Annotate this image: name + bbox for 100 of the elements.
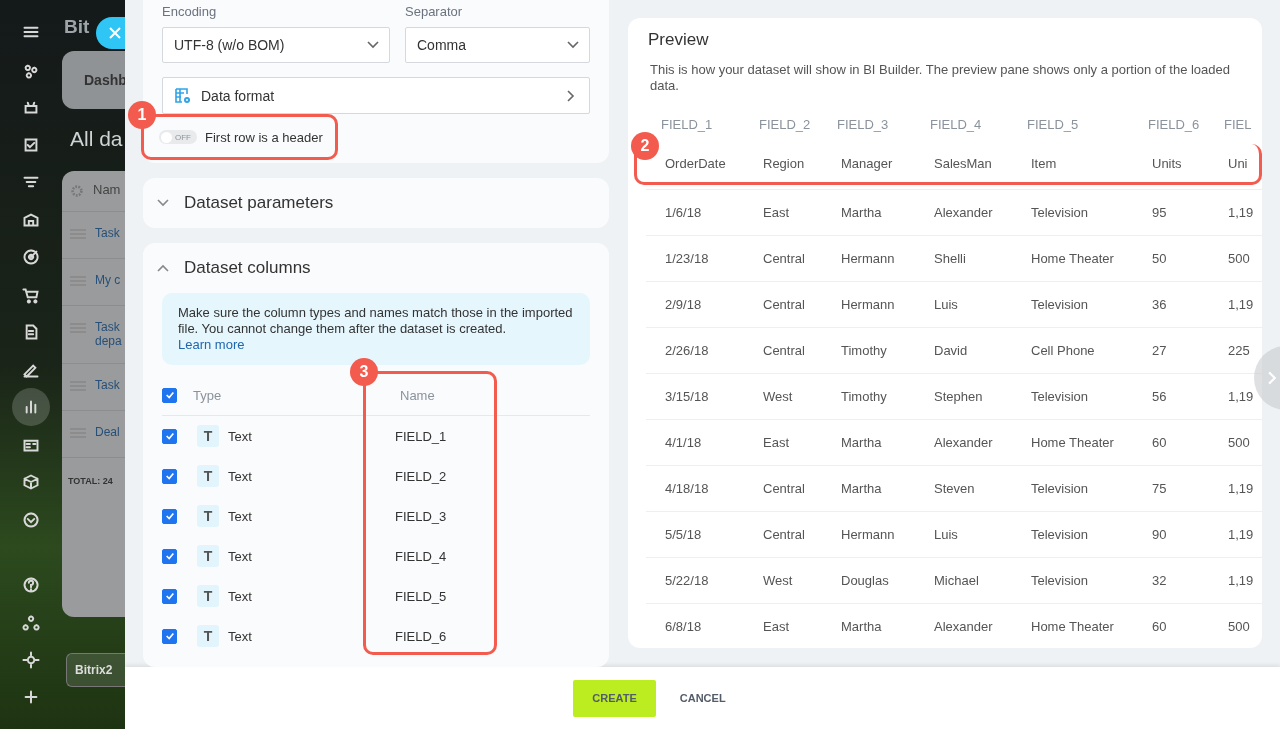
table-cell-text: Home Theater	[1031, 435, 1115, 450]
separator-select[interactable]: Comma	[405, 27, 590, 63]
field-name: FIELD_1	[395, 428, 447, 444]
table-cell-text: 2/26/18	[665, 343, 710, 358]
table-cell-text: Alexander	[934, 619, 994, 634]
table-cell-text: East	[763, 435, 790, 450]
chevron-down-icon	[367, 41, 379, 49]
table-cell-text: 75	[1152, 481, 1168, 496]
column-header: FIELD_3	[837, 116, 890, 132]
table-cell-text: 1,19	[1228, 297, 1255, 312]
create-button[interactable]: CREATE	[573, 679, 656, 717]
table-cell-text: 225	[1228, 343, 1251, 358]
data-format-button[interactable]: Data format	[162, 77, 590, 114]
table-cell-text: Stephen	[934, 389, 984, 404]
column-header: Nam	[93, 182, 121, 197]
learn-more-link[interactable]: Learn more	[178, 337, 245, 352]
table-cell-text: 1/6/18	[665, 205, 703, 220]
page-heading: All da	[69, 127, 124, 151]
table-cell-text: Hermann	[841, 527, 896, 542]
check-icon	[164, 390, 175, 400]
table-cell-text: SalesMan	[934, 155, 993, 171]
column-header: FIELD_2	[759, 116, 812, 132]
list-link[interactable]: Task	[95, 377, 125, 393]
type-icon: T	[197, 585, 219, 607]
table-cell-text: 4/18/18	[665, 481, 710, 496]
dataset-columns-header[interactable]: Dataset columns	[157, 243, 590, 293]
table-cell-text: Manager	[841, 155, 894, 171]
table-cell-text: 3/15/18	[665, 389, 710, 404]
table-cell-text: Home Theater	[1031, 619, 1115, 634]
table-cell-text: Cell Phone	[1031, 343, 1096, 358]
table-cell-text: 1/23/18	[665, 251, 710, 266]
table-cell-text: Martha	[841, 435, 883, 450]
column-header: Type	[193, 387, 223, 403]
table-cell-text: Home Theater	[1031, 251, 1115, 266]
list-link[interactable]: Task depa	[95, 320, 125, 349]
toggle-label: First row is a header	[205, 129, 323, 145]
row-checkbox[interactable]	[162, 628, 177, 644]
encoding-select[interactable]: UTF-8 (w/o BOM)	[162, 27, 390, 63]
table-cell-text: Martha	[841, 205, 883, 220]
type-text: Text	[228, 628, 253, 644]
table-cell-text: 1,19	[1228, 481, 1255, 496]
table-cell-text: 1,19	[1228, 205, 1255, 220]
check-icon	[164, 471, 175, 481]
table-cell-text: Item	[1031, 155, 1058, 171]
table-cell-text: Central	[763, 343, 806, 358]
table-cell-text: 4/1/18	[665, 435, 703, 450]
table-cell-text: West	[763, 573, 794, 588]
row-checkbox[interactable]	[162, 548, 177, 564]
row-checkbox[interactable]	[162, 588, 177, 604]
field-name: FIELD_5	[395, 588, 447, 604]
dataset-parameters-header[interactable]: Dataset parameters	[143, 178, 609, 228]
chevron-right-icon	[1268, 371, 1277, 385]
table-cell-text: Timothy	[841, 343, 888, 358]
type-icon: T	[197, 465, 219, 487]
table-cell-text: West	[763, 389, 794, 404]
table-cell-text: Units	[1152, 155, 1183, 171]
table-cell-text: 1,19	[1228, 389, 1255, 404]
list-link[interactable]: Deal	[95, 424, 125, 440]
table-cell-text: 1,19	[1228, 573, 1255, 588]
column-header: FIEL	[1224, 116, 1253, 132]
row-checkbox[interactable]	[162, 468, 177, 484]
table-cell-text: 50	[1152, 251, 1168, 266]
field-label: Separator	[405, 4, 464, 19]
field-name: FIELD_3	[395, 508, 447, 524]
table-cell-text: David	[934, 343, 969, 358]
table-cell-text: Region	[763, 155, 806, 171]
check-icon	[164, 591, 175, 601]
field-name: FIELD_2	[395, 468, 447, 484]
table-cell-text: Television	[1031, 573, 1090, 588]
table-cell-text: Martha	[841, 619, 883, 634]
table-cell-text: Michael	[934, 573, 980, 588]
table-cell-text: Uni	[1228, 155, 1249, 171]
table-cell-text: 95	[1152, 205, 1168, 220]
row-checkbox[interactable]	[162, 428, 177, 444]
table-cell-text: Central	[763, 297, 806, 312]
list-link[interactable]: My c	[95, 273, 125, 288]
logo-text: Bit	[63, 16, 90, 38]
cancel-button[interactable]: CANCEL	[669, 692, 736, 704]
column-header: FIELD_5	[1027, 116, 1080, 132]
table-cell-text: Television	[1031, 389, 1090, 404]
callout-number: 1	[128, 101, 156, 129]
total-text: TOTAL: 24	[67, 474, 114, 486]
check-icon	[164, 631, 175, 641]
app-button[interactable]: Bitrix2	[66, 653, 125, 687]
table-cell-text: 500	[1228, 619, 1251, 634]
table-cell-text: Douglas	[841, 573, 890, 588]
row-checkbox[interactable]	[162, 508, 177, 524]
select-all-checkbox[interactable]	[162, 387, 177, 403]
table-cell-text: 60	[1152, 435, 1168, 450]
field-name: FIELD_6	[395, 628, 447, 644]
table-cell-text: Television	[1031, 205, 1090, 220]
table-cell-text: Television	[1031, 527, 1090, 542]
type-text: Text	[228, 508, 253, 524]
close-icon	[109, 27, 121, 39]
table-cell-text: 56	[1152, 389, 1168, 404]
table-cell-text: Alexander	[934, 435, 994, 450]
column-header: FIELD_6	[1148, 116, 1201, 132]
list-link[interactable]: Task	[95, 226, 125, 241]
chart-icon[interactable]	[12, 388, 50, 426]
table-cell-text: 6/8/18	[665, 619, 703, 634]
